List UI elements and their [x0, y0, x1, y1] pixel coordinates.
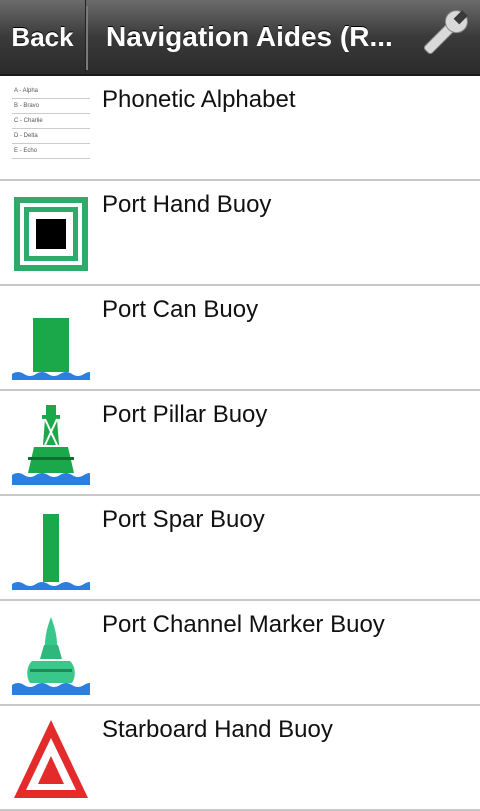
port-can-buoy-icon	[12, 318, 90, 380]
list-item[interactable]: Port Can Buoy	[0, 286, 480, 391]
port-channel-marker-buoy-icon	[12, 617, 90, 695]
list-item-label: Port Hand Buoy	[102, 191, 272, 218]
phonetic-line: A - Alpha	[12, 84, 90, 99]
list-item[interactable]: Port Channel Marker Buoy	[0, 601, 480, 706]
list-item-label: Port Spar Buoy	[102, 506, 265, 533]
list-item-label: Port Pillar Buoy	[102, 401, 268, 428]
list-item-label: Port Can Buoy	[102, 296, 259, 323]
phonetic-line: B - Bravo	[12, 99, 90, 114]
list-item[interactable]: A - Alpha B - Bravo C - Charlie D - Delt…	[0, 76, 480, 181]
port-hand-buoy-icon	[14, 197, 88, 271]
phonetic-line: D - Delta	[12, 129, 90, 144]
port-spar-buoy-icon	[12, 514, 90, 590]
list-item[interactable]: Port Pillar Buoy	[0, 391, 480, 496]
list-item[interactable]: Starboard Hand Buoy	[0, 706, 480, 811]
list-item[interactable]: Port Hand Buoy	[0, 181, 480, 286]
list-item-label: Port Channel Marker Buoy	[102, 611, 385, 638]
list-item-label: Phonetic Alphabet	[102, 86, 296, 113]
nav-divider	[86, 6, 88, 70]
phonetic-line: C - Charlie	[12, 114, 90, 129]
navigation-bar: Back Navigation Aides (R...	[0, 0, 480, 76]
phonetic-alphabet-icon: A - Alpha B - Bravo C - Charlie D - Delt…	[12, 84, 90, 170]
phonetic-line: E - Echo	[12, 144, 90, 159]
wrench-icon[interactable]	[414, 4, 472, 66]
page-title: Navigation Aides (R...	[106, 21, 393, 52]
list-item-label: Starboard Hand Buoy	[102, 716, 333, 743]
starboard-hand-buoy-icon	[14, 720, 88, 798]
port-pillar-buoy-icon	[12, 405, 90, 485]
list-item[interactable]: Port Spar Buoy	[0, 496, 480, 601]
back-button[interactable]: Back	[0, 0, 86, 74]
nav-aides-list: A - Alpha B - Bravo C - Charlie D - Delt…	[0, 76, 480, 811]
